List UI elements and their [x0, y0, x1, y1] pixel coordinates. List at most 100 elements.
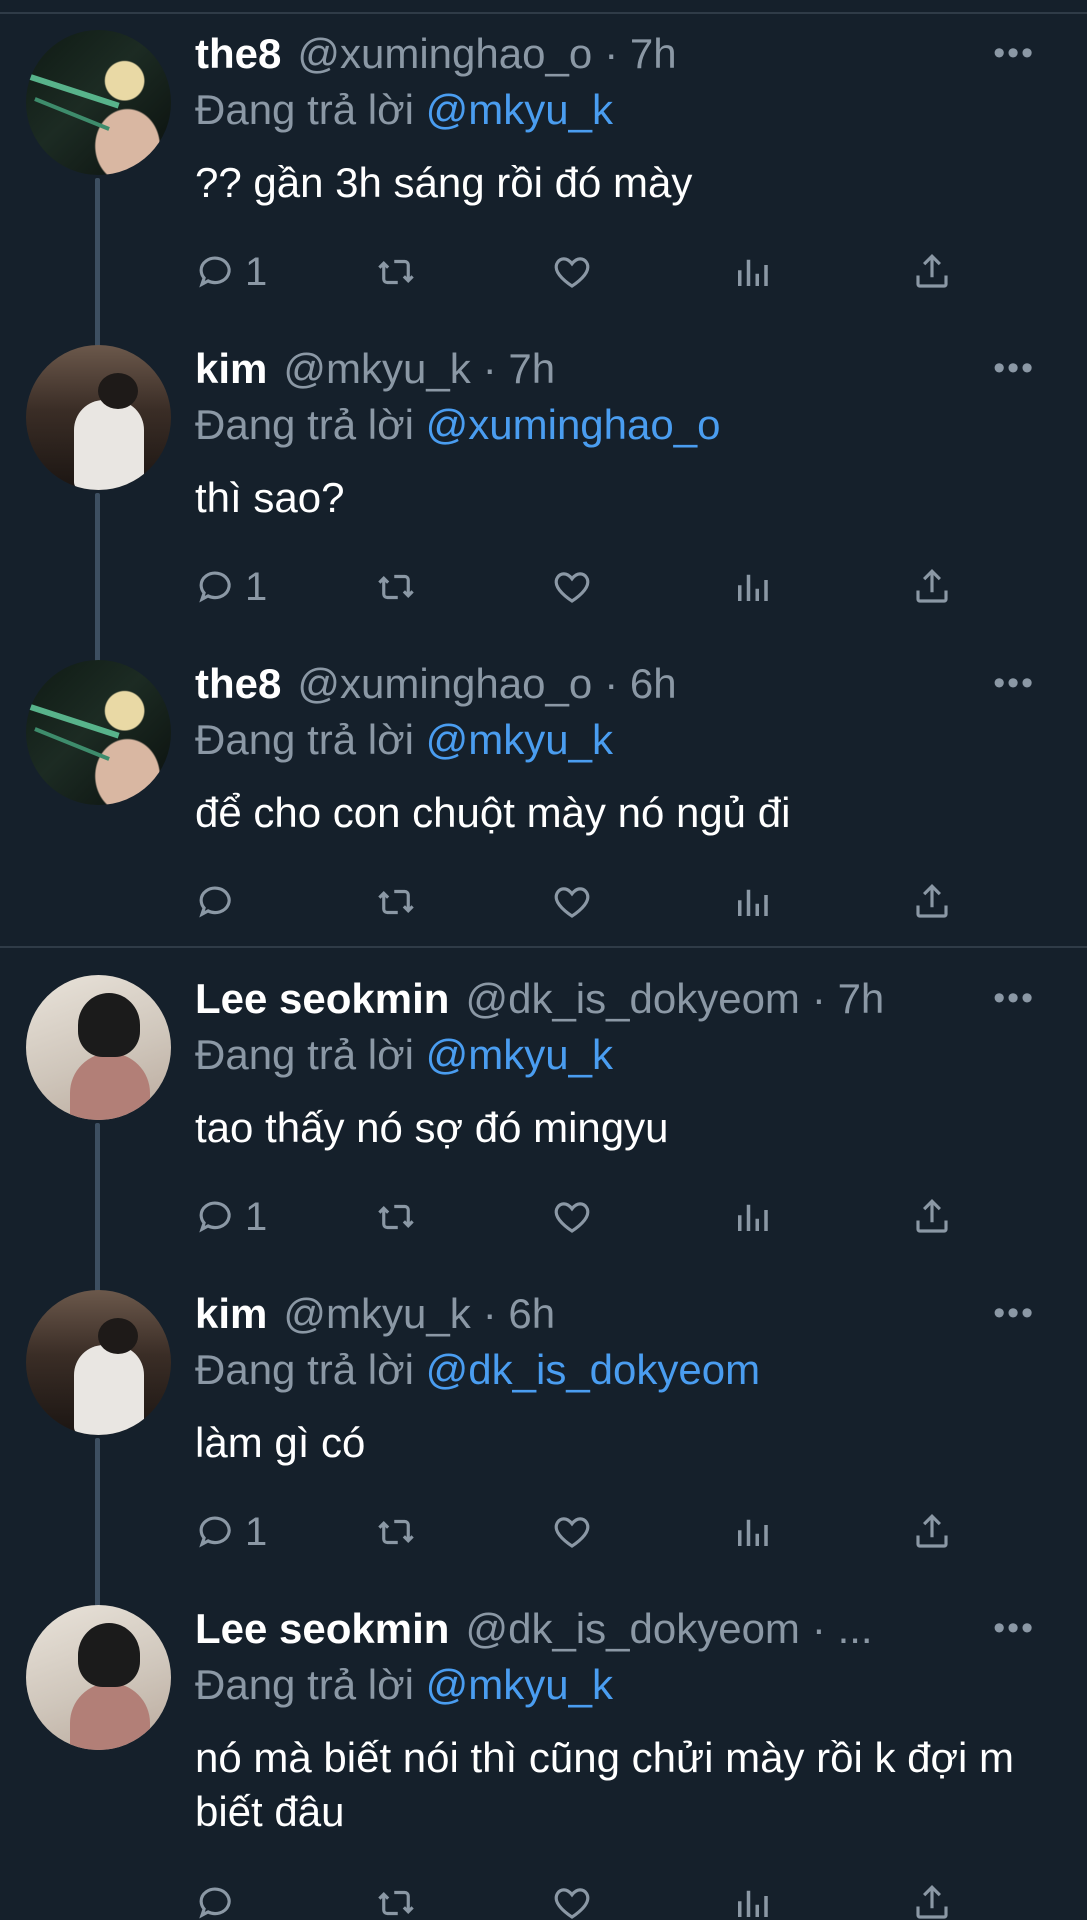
tweet[interactable]: the8 @xuminghao_o · 6h ••• Đang trả lời …: [0, 660, 1087, 975]
replying-to: Đang trả lời @dk_is_dokyeom: [195, 1346, 1045, 1404]
display-name[interactable]: the8: [195, 660, 281, 708]
tweet[interactable]: kim @mkyu_k · 7h ••• Đang trả lời @xumin…: [0, 345, 1087, 663]
tweet[interactable]: Lee seokmin @dk_is_dokyeom · 7h ••• Đang…: [0, 975, 1087, 1293]
retweet-icon: [378, 1204, 414, 1230]
tweet[interactable]: the8 @xuminghao_o · 7h ••• Đang trả lời …: [0, 30, 1087, 348]
views-button[interactable]: [731, 1502, 773, 1562]
display-name[interactable]: Lee seokmin: [195, 1605, 449, 1653]
share-upload-icon: [916, 569, 948, 603]
mention-link[interactable]: @mkyu_k: [426, 716, 613, 763]
tweet-actions: 1: [195, 1502, 975, 1562]
timestamp[interactable]: · 7h: [604, 30, 676, 78]
reply-button[interactable]: 1: [195, 242, 267, 302]
share-button[interactable]: [911, 557, 953, 617]
retweet-button[interactable]: [375, 557, 417, 617]
timestamp[interactable]: · ...: [812, 1605, 873, 1653]
user-handle[interactable]: @mkyu_k: [283, 345, 470, 393]
retweet-button[interactable]: [375, 1187, 417, 1247]
display-name[interactable]: kim: [195, 1290, 267, 1338]
like-button[interactable]: [551, 872, 593, 932]
tweet-actions: 1: [195, 1187, 975, 1247]
mention-link[interactable]: @mkyu_k: [426, 1031, 613, 1078]
views-button[interactable]: [731, 1187, 773, 1247]
user-handle[interactable]: @dk_is_dokyeom: [465, 1605, 799, 1653]
replying-to: Đang trả lời @mkyu_k: [195, 86, 1045, 144]
more-options-icon[interactable]: •••: [993, 34, 1035, 73]
share-upload-icon: [916, 884, 948, 918]
timestamp[interactable]: · 7h: [812, 975, 884, 1023]
timestamp[interactable]: · 6h: [604, 660, 676, 708]
reply-button[interactable]: 1: [195, 1502, 267, 1562]
tweet[interactable]: kim @mkyu_k · 6h ••• Đang trả lời @dk_is…: [0, 1290, 1087, 1608]
like-button[interactable]: [551, 1873, 593, 1920]
display-name[interactable]: Lee seokmin: [195, 975, 449, 1023]
share-button[interactable]: [911, 1187, 953, 1247]
reply-count: 1: [245, 564, 268, 609]
views-button[interactable]: [731, 872, 773, 932]
heart-icon: [554, 572, 590, 603]
replying-to: Đang trả lời @xuminghao_o: [195, 401, 1045, 459]
timestamp[interactable]: · 7h: [483, 345, 555, 393]
avatar[interactable]: [26, 345, 171, 490]
thread-line: [95, 493, 100, 663]
share-button[interactable]: [911, 872, 953, 932]
tweet-actions: [195, 872, 975, 932]
retweet-icon: [378, 574, 414, 600]
retweet-button[interactable]: [375, 1873, 417, 1920]
conversation-divider: [0, 946, 1087, 948]
avatar[interactable]: [26, 30, 171, 175]
retweet-button[interactable]: [375, 872, 417, 932]
avatar[interactable]: [26, 1290, 171, 1435]
reply-button[interactable]: 1: [195, 557, 267, 617]
more-options-icon[interactable]: •••: [993, 1609, 1035, 1648]
views-bar-chart-icon: [738, 1519, 768, 1546]
heart-icon: [554, 887, 590, 918]
mention-link[interactable]: @xuminghao_o: [426, 401, 721, 448]
tweet[interactable]: Lee seokmin @dk_is_dokyeom · ... ••• Đan…: [0, 1605, 1087, 1920]
share-button[interactable]: [911, 242, 953, 302]
more-options-icon[interactable]: •••: [993, 664, 1035, 703]
reply-button[interactable]: [195, 872, 245, 932]
replying-to: Đang trả lời @mkyu_k: [195, 1661, 1045, 1719]
heart-icon: [554, 257, 590, 288]
mention-link[interactable]: @dk_is_dokyeom: [426, 1346, 760, 1393]
share-button[interactable]: [911, 1502, 953, 1562]
avatar[interactable]: [26, 1605, 171, 1750]
views-button[interactable]: [731, 242, 773, 302]
like-button[interactable]: [551, 557, 593, 617]
mention-link[interactable]: @mkyu_k: [426, 86, 613, 133]
user-handle[interactable]: @xuminghao_o: [297, 660, 592, 708]
reply-button[interactable]: 1: [195, 1187, 267, 1247]
tweet-text: nó mà biết nói thì cũng chửi mày rồi k đ…: [195, 1734, 1014, 1835]
user-handle[interactable]: @mkyu_k: [283, 1290, 470, 1338]
heart-icon: [554, 1202, 590, 1233]
user-handle[interactable]: @xuminghao_o: [297, 30, 592, 78]
share-upload-icon: [916, 1199, 948, 1233]
user-handle[interactable]: @dk_is_dokyeom: [465, 975, 799, 1023]
retweet-button[interactable]: [375, 1502, 417, 1562]
like-button[interactable]: [551, 242, 593, 302]
retweet-button[interactable]: [375, 242, 417, 302]
thread-line: [95, 1123, 100, 1293]
avatar[interactable]: [26, 975, 171, 1120]
display-name[interactable]: kim: [195, 345, 267, 393]
views-bar-chart-icon: [738, 1890, 768, 1917]
like-button[interactable]: [551, 1187, 593, 1247]
like-button[interactable]: [551, 1502, 593, 1562]
share-upload-icon: [916, 1885, 948, 1919]
views-bar-chart-icon: [738, 574, 768, 601]
mention-link[interactable]: @mkyu_k: [426, 1661, 613, 1708]
more-options-icon[interactable]: •••: [993, 979, 1035, 1018]
avatar[interactable]: [26, 660, 171, 805]
timestamp[interactable]: · 6h: [483, 1290, 555, 1338]
reply-button[interactable]: [195, 1873, 245, 1920]
views-button[interactable]: [731, 1873, 773, 1920]
more-options-icon[interactable]: •••: [993, 349, 1035, 388]
display-name[interactable]: the8: [195, 30, 281, 78]
views-button[interactable]: [731, 557, 773, 617]
more-options-icon[interactable]: •••: [993, 1294, 1035, 1333]
tweet-text: làm gì có: [195, 1419, 366, 1466]
share-button[interactable]: [911, 1873, 953, 1920]
replying-to-label: Đang trả lời: [195, 716, 414, 763]
replying-to-label: Đang trả lời: [195, 401, 414, 448]
